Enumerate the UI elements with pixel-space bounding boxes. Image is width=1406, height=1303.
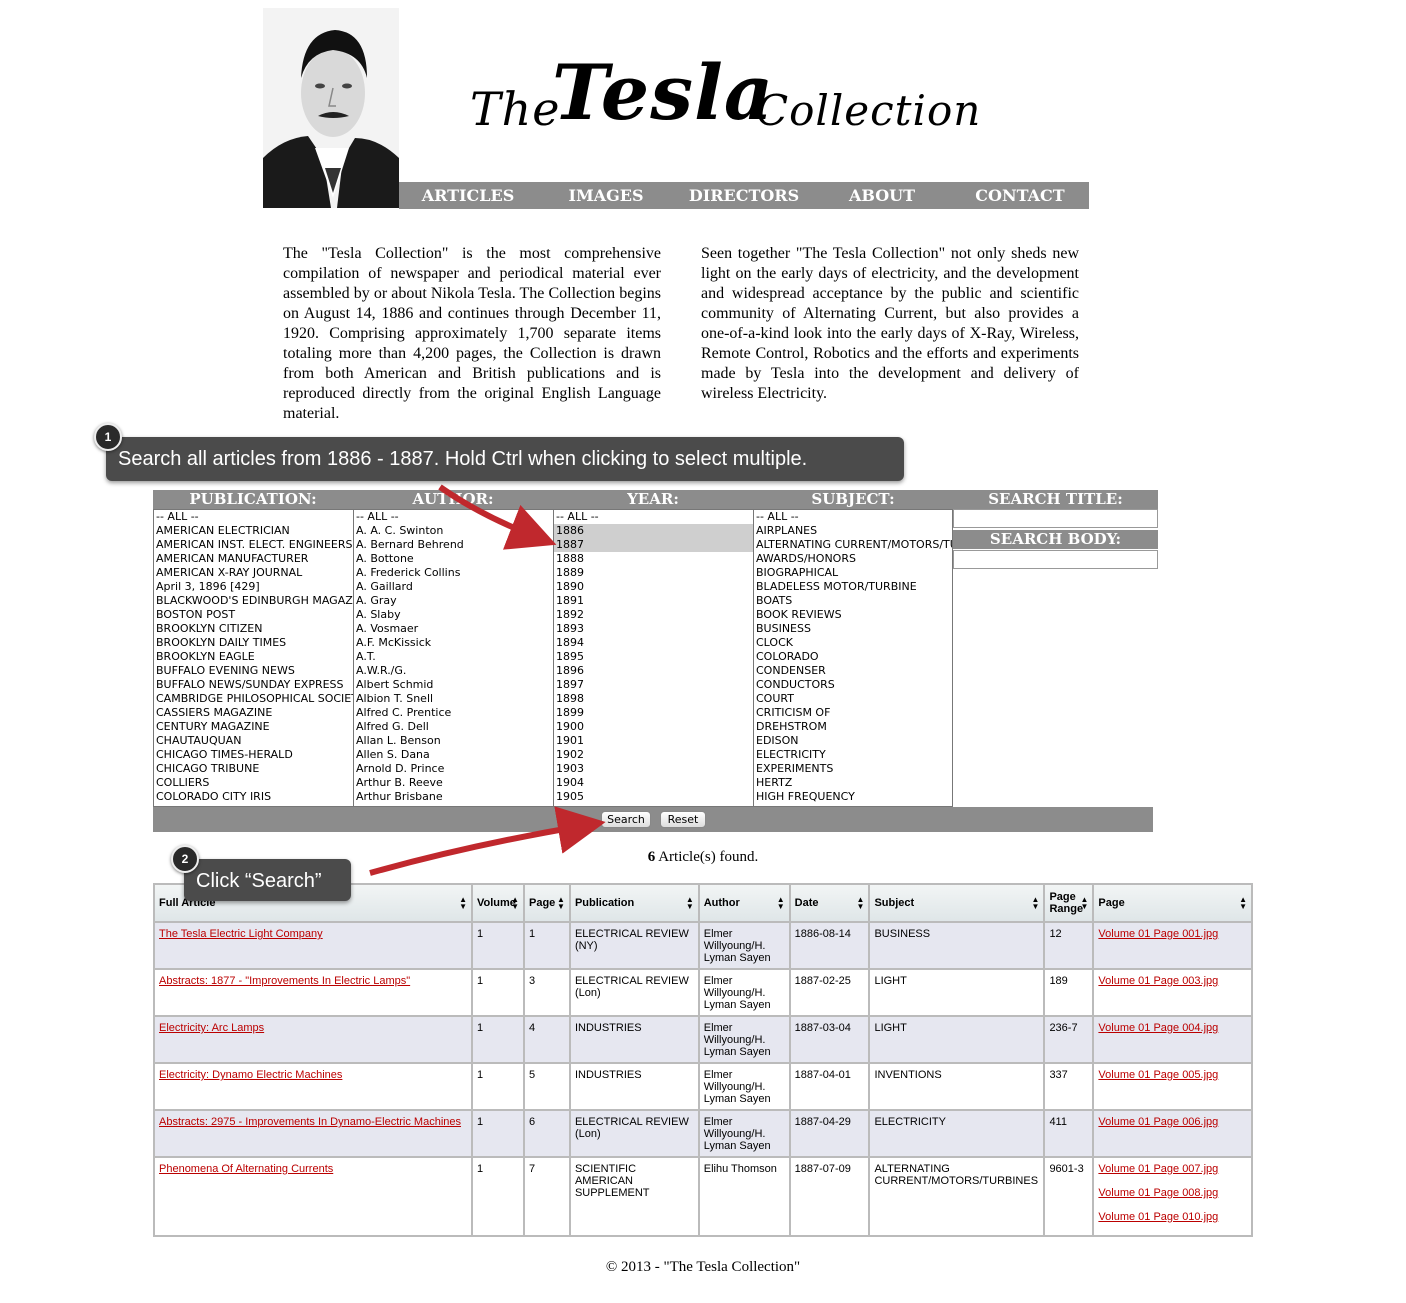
arrow-to-search-button (369, 806, 606, 876)
step-badge-2: 2 (171, 845, 199, 873)
callout-select-years: Search all articles from 1886 - 1887. Ho… (106, 437, 904, 481)
callout-click-search: Click “Search” (184, 859, 351, 901)
step-badge-1: 1 (94, 423, 122, 451)
arrow-to-year-list (438, 484, 557, 550)
annotation-arrows (369, 484, 606, 876)
